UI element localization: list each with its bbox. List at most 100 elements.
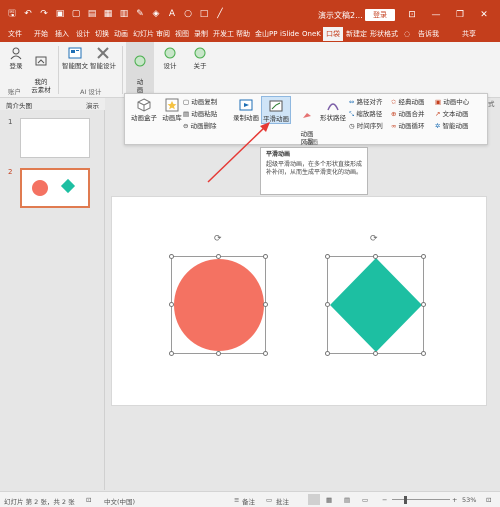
zoom-out-button[interactable]: − bbox=[382, 496, 387, 504]
resize-handle[interactable] bbox=[169, 351, 174, 356]
tab-shape-format[interactable]: 形状格式 bbox=[370, 27, 398, 41]
circle-shape[interactable] bbox=[172, 257, 266, 353]
normal-view-icon[interactable] bbox=[308, 494, 320, 505]
scale-path-button[interactable]: ⤡ 缩放路径 bbox=[349, 110, 382, 119]
tab-insert[interactable]: 插入 bbox=[55, 27, 69, 41]
tab-jinshan[interactable]: 金山PP bbox=[255, 27, 277, 41]
resize-handle[interactable] bbox=[169, 302, 174, 307]
redo-icon[interactable]: ↷ bbox=[38, 8, 50, 20]
pane-tab-demo[interactable]: 演示 bbox=[86, 100, 99, 110]
resize-handle[interactable] bbox=[421, 302, 426, 307]
reading-view-icon[interactable]: ▤ bbox=[344, 496, 350, 504]
minimize-button[interactable]: — bbox=[428, 8, 444, 22]
shape-path-button[interactable]: 形状路径 bbox=[319, 98, 347, 122]
tab-transitions[interactable]: 切换 bbox=[95, 27, 109, 41]
open-icon[interactable]: ▤ bbox=[86, 8, 98, 20]
shape-line-icon[interactable]: ╱ bbox=[214, 8, 226, 20]
smart-image-button[interactable]: 智能图文 bbox=[62, 46, 88, 70]
shape-circle-icon[interactable]: ○ bbox=[182, 8, 194, 20]
ribbon-display-icon[interactable]: ⊡ bbox=[404, 8, 420, 22]
notes-button[interactable]: 备注 bbox=[242, 496, 255, 506]
zoom-level[interactable]: 53% bbox=[462, 496, 476, 504]
tab-onekey[interactable]: OneK bbox=[302, 27, 321, 41]
resize-handle[interactable] bbox=[263, 254, 268, 259]
login-ribbon-button[interactable]: 登录 bbox=[6, 46, 26, 70]
language-indicator[interactable]: 中文(中国) bbox=[104, 496, 135, 506]
timeline-button[interactable]: ◷ 时间序列 bbox=[349, 122, 383, 131]
new-icon[interactable]: ▢ bbox=[70, 8, 82, 20]
smart-design-button[interactable]: 智能设计 bbox=[90, 46, 116, 70]
anim-lib-button[interactable]: 动画库 bbox=[160, 98, 184, 122]
close-button[interactable]: ✕ bbox=[476, 8, 492, 22]
anim-loop-button[interactable]: ∞ 动画循环 bbox=[391, 122, 425, 131]
accessibility-icon[interactable]: ⊡ bbox=[86, 496, 91, 504]
resize-handle[interactable] bbox=[216, 351, 221, 356]
zoom-in-button[interactable]: + bbox=[452, 496, 457, 504]
pen-icon[interactable]: ✎ bbox=[134, 8, 146, 20]
resize-handle[interactable] bbox=[421, 351, 426, 356]
slide-sorter-icon[interactable]: ▦ bbox=[326, 496, 332, 504]
resize-handle[interactable] bbox=[373, 351, 378, 356]
fill-icon[interactable]: ◈ bbox=[150, 8, 162, 20]
notes-icon[interactable]: ≡ bbox=[234, 496, 239, 504]
classic-anim-button[interactable]: ✩ 经典动画 bbox=[391, 98, 425, 107]
resize-handle[interactable] bbox=[263, 351, 268, 356]
tab-help[interactable]: 帮助 bbox=[236, 27, 250, 41]
resize-handle[interactable] bbox=[169, 254, 174, 259]
fit-window-icon[interactable]: ⊡ bbox=[486, 496, 491, 504]
layout-icon[interactable]: ▦ bbox=[102, 8, 114, 20]
pane-tab-intro[interactable]: 简介头图 bbox=[6, 100, 32, 110]
rotate-handle-icon[interactable]: ⟳ bbox=[370, 234, 378, 244]
anim-copy-button[interactable]: ▢ 动画复制 bbox=[183, 98, 217, 107]
my-assets-button[interactable]: 我的 云素材 bbox=[28, 46, 54, 94]
design-dropdown[interactable]: 设计 bbox=[158, 46, 182, 70]
tab-developer[interactable]: 开发工 bbox=[213, 27, 234, 41]
paste-icon[interactable]: ▥ bbox=[118, 8, 130, 20]
rotate-handle-icon[interactable]: ⟳ bbox=[214, 234, 222, 244]
anim-merge-button[interactable]: ⊕ 动画合并 bbox=[391, 110, 425, 119]
anim-box-button[interactable]: 动画盒子 bbox=[129, 98, 159, 122]
tab-record[interactable]: 录制 bbox=[194, 27, 208, 41]
path-align-button[interactable]: ⇔ 路径对齐 bbox=[349, 98, 383, 107]
login-button[interactable]: 登录 bbox=[365, 9, 395, 21]
slide-thumbnail-1[interactable] bbox=[20, 118, 90, 158]
comments-button[interactable]: 批注 bbox=[276, 496, 289, 506]
zoom-slider-thumb[interactable] bbox=[404, 496, 407, 504]
comments-icon[interactable]: ▭ bbox=[266, 496, 272, 504]
slide-thumbnail-2[interactable] bbox=[20, 168, 90, 208]
resize-handle[interactable] bbox=[325, 351, 330, 356]
tab-review[interactable]: 审阅 bbox=[156, 27, 170, 41]
tab-view[interactable]: 视图 bbox=[175, 27, 189, 41]
tab-pocket[interactable]: 口袋 bbox=[323, 27, 343, 41]
tab-new-custom[interactable]: 新建定 bbox=[346, 27, 367, 41]
slideshow-icon[interactable]: ▭ bbox=[362, 496, 368, 504]
resize-handle[interactable] bbox=[373, 254, 378, 259]
resize-handle[interactable] bbox=[325, 254, 330, 259]
shape-rect-icon[interactable]: □ bbox=[198, 8, 210, 20]
tab-file[interactable]: 文件 bbox=[8, 27, 22, 41]
smart-anim-button[interactable]: ✲ 智能动画 bbox=[435, 122, 469, 131]
tab-animations[interactable]: 动画 bbox=[114, 27, 128, 41]
share-button[interactable]: 共享 bbox=[462, 27, 476, 41]
restore-button[interactable]: ❐ bbox=[452, 8, 468, 22]
save-icon[interactable]: 🖫 bbox=[6, 8, 18, 20]
tell-me-search[interactable]: 告诉我 bbox=[418, 27, 439, 41]
anim-center-button[interactable]: ▣ 动画中心 bbox=[435, 98, 469, 107]
tab-islide[interactable]: iSlide bbox=[280, 27, 299, 41]
resize-handle[interactable] bbox=[421, 254, 426, 259]
ppt-icon[interactable]: ▣ bbox=[54, 8, 66, 20]
resize-handle[interactable] bbox=[325, 302, 330, 307]
tab-slideshow[interactable]: 幻灯片 bbox=[133, 27, 154, 41]
zoom-slider-track[interactable] bbox=[392, 499, 450, 500]
slide-canvas[interactable]: ⟳ ⟳ bbox=[111, 196, 487, 406]
tab-home[interactable]: 开始 bbox=[34, 27, 48, 41]
resize-handle[interactable] bbox=[216, 254, 221, 259]
undo-icon[interactable]: ↶ bbox=[22, 8, 34, 20]
font-color-icon[interactable]: A bbox=[166, 8, 178, 20]
resize-handle[interactable] bbox=[263, 302, 268, 307]
text-anim-button[interactable]: ↗ 文本动画 bbox=[435, 110, 469, 119]
tab-design[interactable]: 设计 bbox=[76, 27, 90, 41]
anim-button[interactable]: 动 画 bbox=[126, 42, 154, 96]
diamond-shape[interactable] bbox=[328, 257, 424, 353]
about-dropdown[interactable]: 关于 bbox=[188, 46, 212, 70]
